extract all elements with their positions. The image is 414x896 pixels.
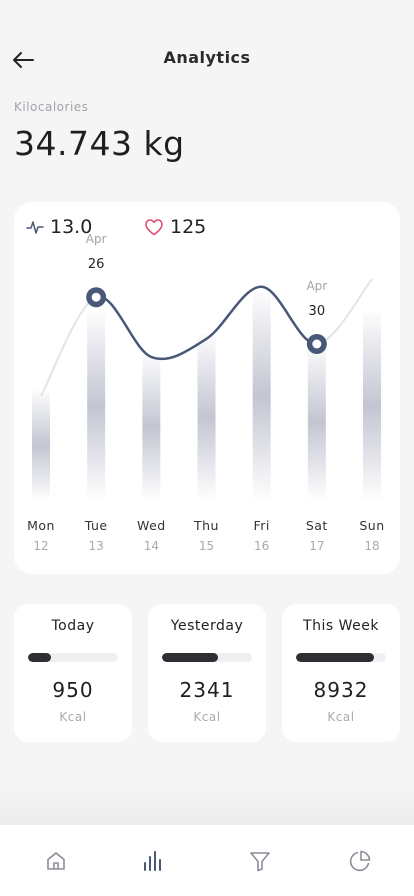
chart-card: 13.0 125 Apr 26 Apr 30 Mon 12 Tue 13 Wed 14 Thu 15… bbox=[14, 202, 400, 574]
chart-icon bbox=[144, 851, 161, 871]
card-today[interactable]: Today 950 Kcal bbox=[14, 604, 132, 742]
x-tick-tue[interactable]: Tue 13 bbox=[76, 518, 116, 553]
day-name: Sun bbox=[359, 518, 385, 533]
day-number: 12 bbox=[33, 539, 49, 553]
day-number: 16 bbox=[254, 539, 270, 553]
summary-value: 34.743 kg bbox=[14, 124, 185, 163]
x-tick-thu[interactable]: Thu 15 bbox=[187, 518, 227, 553]
highlight-point-center bbox=[312, 339, 322, 349]
chart-bar bbox=[363, 312, 381, 500]
summary-cards: Today 950 Kcal Yesterday 2341 Kcal This … bbox=[14, 604, 400, 742]
card-value: 8932 bbox=[313, 678, 369, 702]
day-name: Tue bbox=[84, 518, 108, 533]
x-tick-sun[interactable]: Sun 18 bbox=[352, 518, 392, 553]
pie-icon bbox=[349, 850, 371, 872]
card-unit: Kcal bbox=[193, 710, 221, 724]
x-tick-fri[interactable]: Fri 16 bbox=[242, 518, 282, 553]
chart-bar bbox=[142, 354, 161, 500]
progress-track bbox=[28, 653, 118, 662]
card-label: Today bbox=[51, 618, 95, 634]
chart-bar bbox=[32, 390, 50, 500]
highlight-month: Apr bbox=[86, 232, 107, 246]
bottom-nav bbox=[0, 824, 414, 896]
day-number: 13 bbox=[88, 539, 104, 553]
card-label: Yesterday bbox=[170, 618, 244, 634]
day-name: Fri bbox=[253, 518, 270, 533]
card-value: 950 bbox=[52, 678, 94, 702]
nav-stats[interactable] bbox=[346, 847, 374, 875]
chart-bar bbox=[307, 344, 326, 500]
nav-analytics[interactable] bbox=[139, 847, 167, 875]
day-name: Mon bbox=[27, 518, 55, 533]
chart-bar bbox=[87, 312, 106, 500]
day-name: Wed bbox=[136, 518, 166, 533]
x-tick-wed[interactable]: Wed 14 bbox=[131, 518, 171, 553]
filter-icon bbox=[250, 852, 270, 872]
day-number: 17 bbox=[309, 539, 325, 553]
highlight-day: 26 bbox=[88, 257, 105, 272]
card-unit: Kcal bbox=[59, 710, 87, 724]
card-yesterday[interactable]: Yesterday 2341 Kcal bbox=[148, 604, 266, 742]
x-tick-sat[interactable]: Sat 17 bbox=[297, 518, 337, 553]
chart-bar bbox=[197, 333, 216, 500]
card-unit: Kcal bbox=[327, 710, 355, 724]
card-this-week[interactable]: This Week 8932 Kcal bbox=[282, 604, 400, 742]
nav-home[interactable] bbox=[42, 847, 70, 875]
progress-track bbox=[296, 653, 386, 662]
card-label: This Week bbox=[303, 618, 379, 634]
chart-bar bbox=[252, 292, 271, 500]
highlight-point-center bbox=[91, 292, 101, 302]
home-icon bbox=[47, 852, 65, 870]
day-number: 18 bbox=[364, 539, 380, 553]
day-name: Sat bbox=[305, 518, 328, 533]
progress-fill bbox=[296, 653, 375, 662]
card-value: 2341 bbox=[179, 678, 235, 702]
progress-fill bbox=[28, 653, 51, 662]
progress-fill bbox=[162, 653, 218, 662]
day-name: Thu bbox=[194, 518, 219, 533]
progress-track bbox=[162, 653, 252, 662]
x-tick-mon[interactable]: Mon 12 bbox=[21, 518, 61, 553]
nav-filter[interactable] bbox=[246, 847, 274, 875]
day-number: 14 bbox=[143, 539, 159, 553]
highlight-month: Apr bbox=[306, 279, 327, 293]
day-number: 15 bbox=[198, 539, 215, 553]
header: Analytics bbox=[0, 40, 414, 76]
highlight-day: 30 bbox=[309, 304, 326, 319]
bottom-fade bbox=[0, 780, 414, 824]
summary-label: Kilocalories bbox=[14, 100, 89, 114]
page-title: Analytics bbox=[163, 48, 251, 67]
